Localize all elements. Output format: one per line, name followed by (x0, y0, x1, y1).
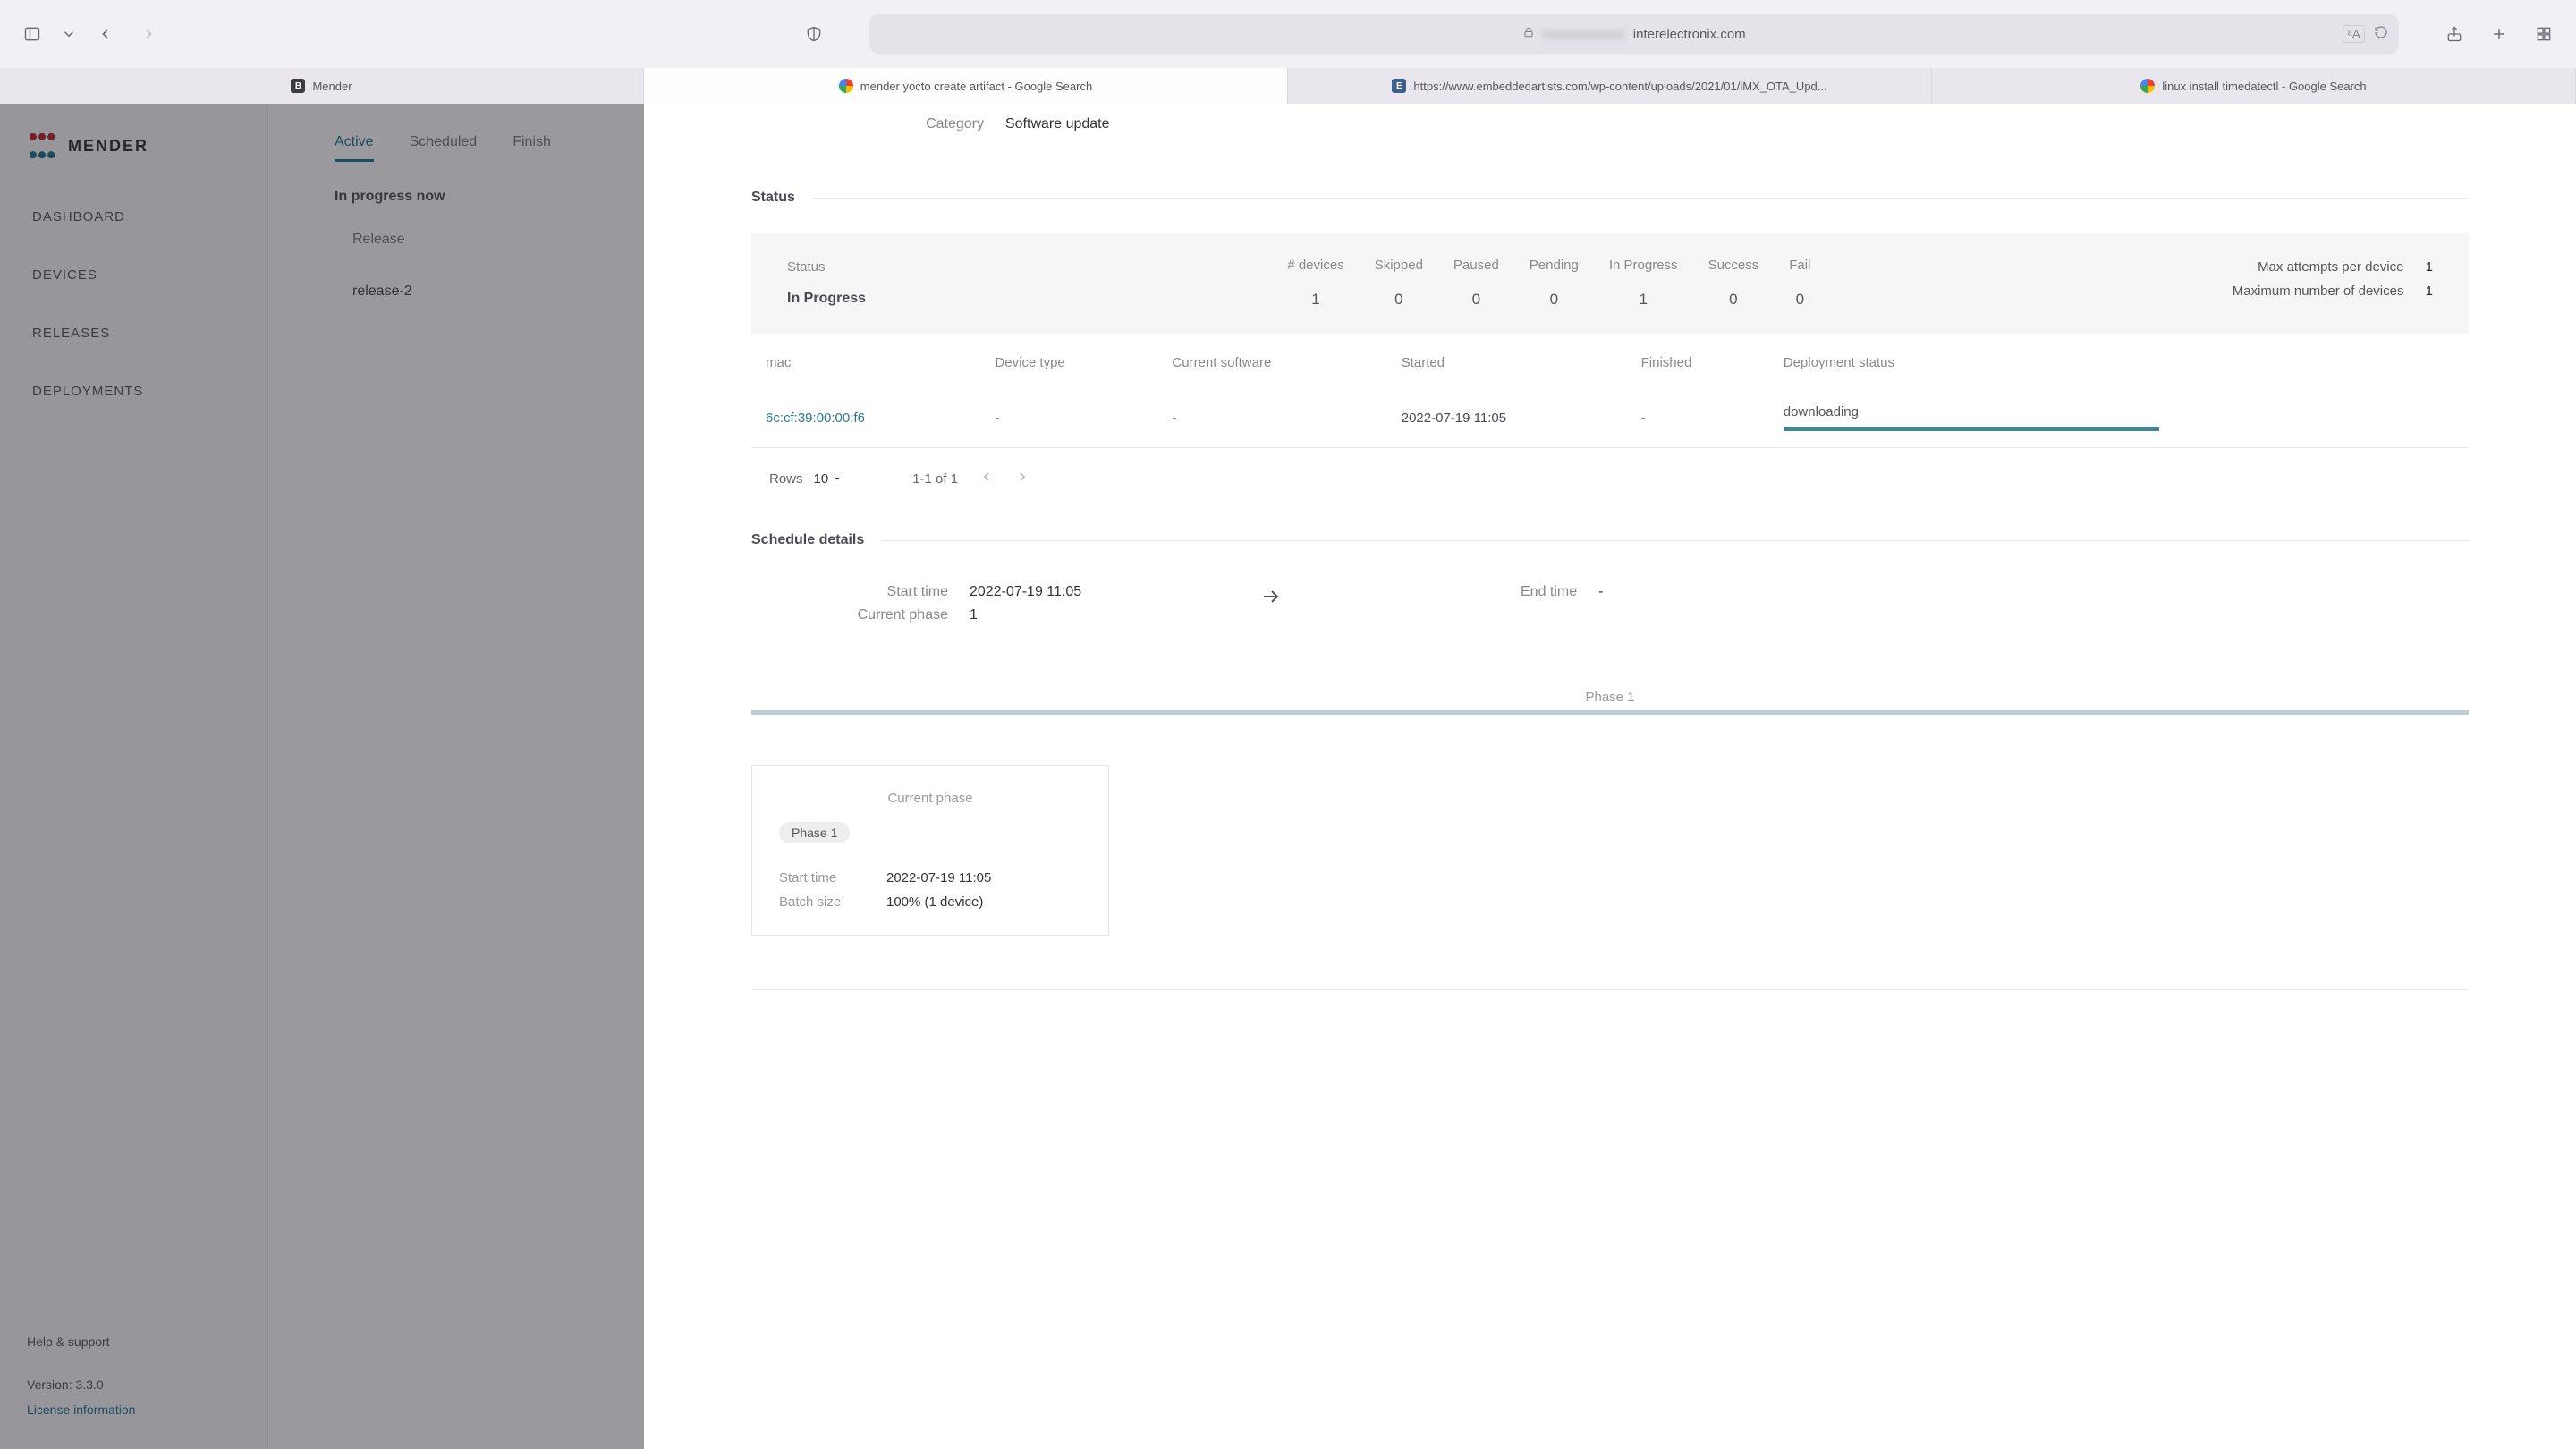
tab-strip: B Mender mender yocto create artifact - … (0, 68, 2576, 104)
n-skipped: 0 (1360, 291, 1437, 309)
n-fail: 0 (1775, 291, 1825, 309)
cell-started: 2022-07-19 11:05 (1387, 388, 1627, 448)
sched-end-label: End time (1461, 584, 1577, 600)
th-success: Success (1694, 258, 1774, 289)
th-paused: Paused (1439, 258, 1513, 289)
cell-cursw: - (1157, 388, 1386, 448)
sidebar-toggle-icon[interactable] (18, 20, 47, 48)
browser-chrome: xxxxxxxxxxx interelectronix.com ᵃA (0, 0, 2576, 68)
lock-icon (1522, 26, 1535, 42)
sched-start-value: 2022-07-19 11:05 (970, 584, 1081, 600)
deployment-detail-panel: Category Software update Status Status I… (644, 104, 2576, 1449)
n-pending: 0 (1515, 291, 1593, 309)
page-next-button[interactable] (1015, 470, 1030, 487)
th-started: Started (1387, 334, 1627, 388)
arrow-right-icon (1260, 586, 1282, 612)
cell-finished: - (1627, 388, 1769, 448)
sched-start-label: Start time (769, 584, 948, 600)
n-paused: 0 (1439, 291, 1513, 309)
status-summary: Status In Progress # devices Skipped Pau… (751, 233, 2469, 334)
favicon-g-icon (2140, 79, 2155, 93)
th-cursw: Current software (1157, 334, 1386, 388)
n-devices: 1 (1273, 291, 1358, 309)
phase-start-label: Start time (779, 870, 869, 886)
max-devices-label: Maximum number of devices (2233, 284, 2404, 299)
category-label: Category (805, 116, 984, 132)
max-devices-value: 1 (2426, 284, 2433, 299)
sched-phase-label: Current phase (769, 607, 948, 623)
status-label: Status (787, 259, 866, 275)
url-suffix: interelectronix.com (1633, 27, 1746, 42)
rows-label: Rows (769, 471, 803, 487)
th-depstat: Deployment status (1769, 334, 2469, 388)
phase-bar-label: Phase 1 (751, 690, 2469, 705)
favicon-g-icon (839, 79, 853, 93)
forward-button[interactable] (134, 20, 163, 48)
phase-track (751, 710, 2469, 715)
category-value: Software update (1005, 116, 1110, 132)
tab-overview-icon[interactable] (2529, 20, 2558, 48)
rows-per-page-select[interactable]: 10 (814, 471, 843, 487)
share-icon[interactable] (2440, 20, 2469, 48)
pagination: Rows 10 1-1 of 1 (751, 448, 2469, 532)
phase-start-value: 2022-07-19 11:05 (886, 870, 991, 886)
th-skipped: Skipped (1360, 258, 1437, 289)
divider (882, 540, 2469, 541)
tab-google-2[interactable]: linux install timedatectl - Google Searc… (1932, 68, 2576, 104)
phase-chip: Phase 1 (779, 822, 850, 843)
chevron-down-icon (832, 473, 843, 484)
divider (813, 198, 2469, 199)
translate-icon[interactable]: ᵃA (2343, 25, 2365, 43)
th-inprogress: In Progress (1595, 258, 1692, 289)
th-devices: # devices (1273, 258, 1358, 289)
status-value: In Progress (787, 291, 866, 307)
cell-mac[interactable]: 6c:cf:39:00:00:f6 (751, 388, 980, 448)
chevron-down-icon[interactable] (61, 20, 77, 48)
tab-mender[interactable]: B Mender (0, 68, 644, 104)
schedule-section-title: Schedule details (751, 532, 864, 548)
schedule-grid: Start time 2022-07-19 11:05 Current phas… (751, 548, 2469, 645)
reload-icon[interactable] (2374, 25, 2388, 43)
tab-label: Mender (312, 80, 352, 93)
page-prev-button[interactable] (979, 470, 994, 487)
favicon-b-icon: B (291, 79, 305, 93)
sched-end-value: - (1598, 584, 1603, 600)
address-bar[interactable]: xxxxxxxxxxx interelectronix.com ᵃA (869, 14, 2399, 54)
th-mac: mac (751, 334, 980, 388)
th-finished: Finished (1627, 334, 1769, 388)
page-range: 1-1 of 1 (912, 471, 958, 487)
phase-batch-value: 100% (1 device) (886, 894, 983, 910)
tab-label: mender yocto create artifact - Google Se… (860, 80, 1092, 93)
url-blurred-prefix: xxxxxxxxxxx (1542, 27, 1626, 42)
shield-icon[interactable] (800, 20, 828, 48)
devices-table: mac Device type Current software Started… (751, 334, 2469, 448)
n-inprogress: 1 (1595, 291, 1692, 309)
th-fail: Fail (1775, 258, 1825, 289)
th-pending: Pending (1515, 258, 1593, 289)
table-row[interactable]: 6c:cf:39:00:00:f6 - - 2022-07-19 11:05 -… (751, 388, 2469, 448)
cell-depstat: downloading (1784, 404, 2159, 419)
tab-embedded[interactable]: E https://www.embeddedartists.com/wp-con… (1288, 68, 1932, 104)
phase-card-title: Current phase (779, 791, 1081, 806)
max-attempts-value: 1 (2426, 259, 2433, 275)
cell-devtype: - (980, 388, 1157, 448)
tab-google-1[interactable]: mender yocto create artifact - Google Se… (644, 68, 1288, 104)
status-counts-table: # devices Skipped Paused Pending In Prog… (1271, 256, 1826, 310)
tab-label: linux install timedatectl - Google Searc… (2162, 80, 2366, 93)
tab-label: https://www.embeddedartists.com/wp-conte… (1413, 80, 1826, 93)
back-button[interactable] (91, 20, 120, 48)
phase-card: Current phase Phase 1 Start time 2022-07… (751, 765, 1109, 936)
phase-batch-label: Batch size (779, 894, 869, 910)
th-devtype: Device type (980, 334, 1157, 388)
new-tab-icon[interactable] (2485, 20, 2513, 48)
max-attempts-label: Max attempts per device (2258, 259, 2403, 275)
sched-phase-value: 1 (970, 607, 978, 623)
favicon-e-icon: E (1392, 79, 1406, 93)
status-section-title: Status (751, 190, 795, 206)
progress-bar (1784, 427, 2159, 431)
n-success: 0 (1694, 291, 1774, 309)
